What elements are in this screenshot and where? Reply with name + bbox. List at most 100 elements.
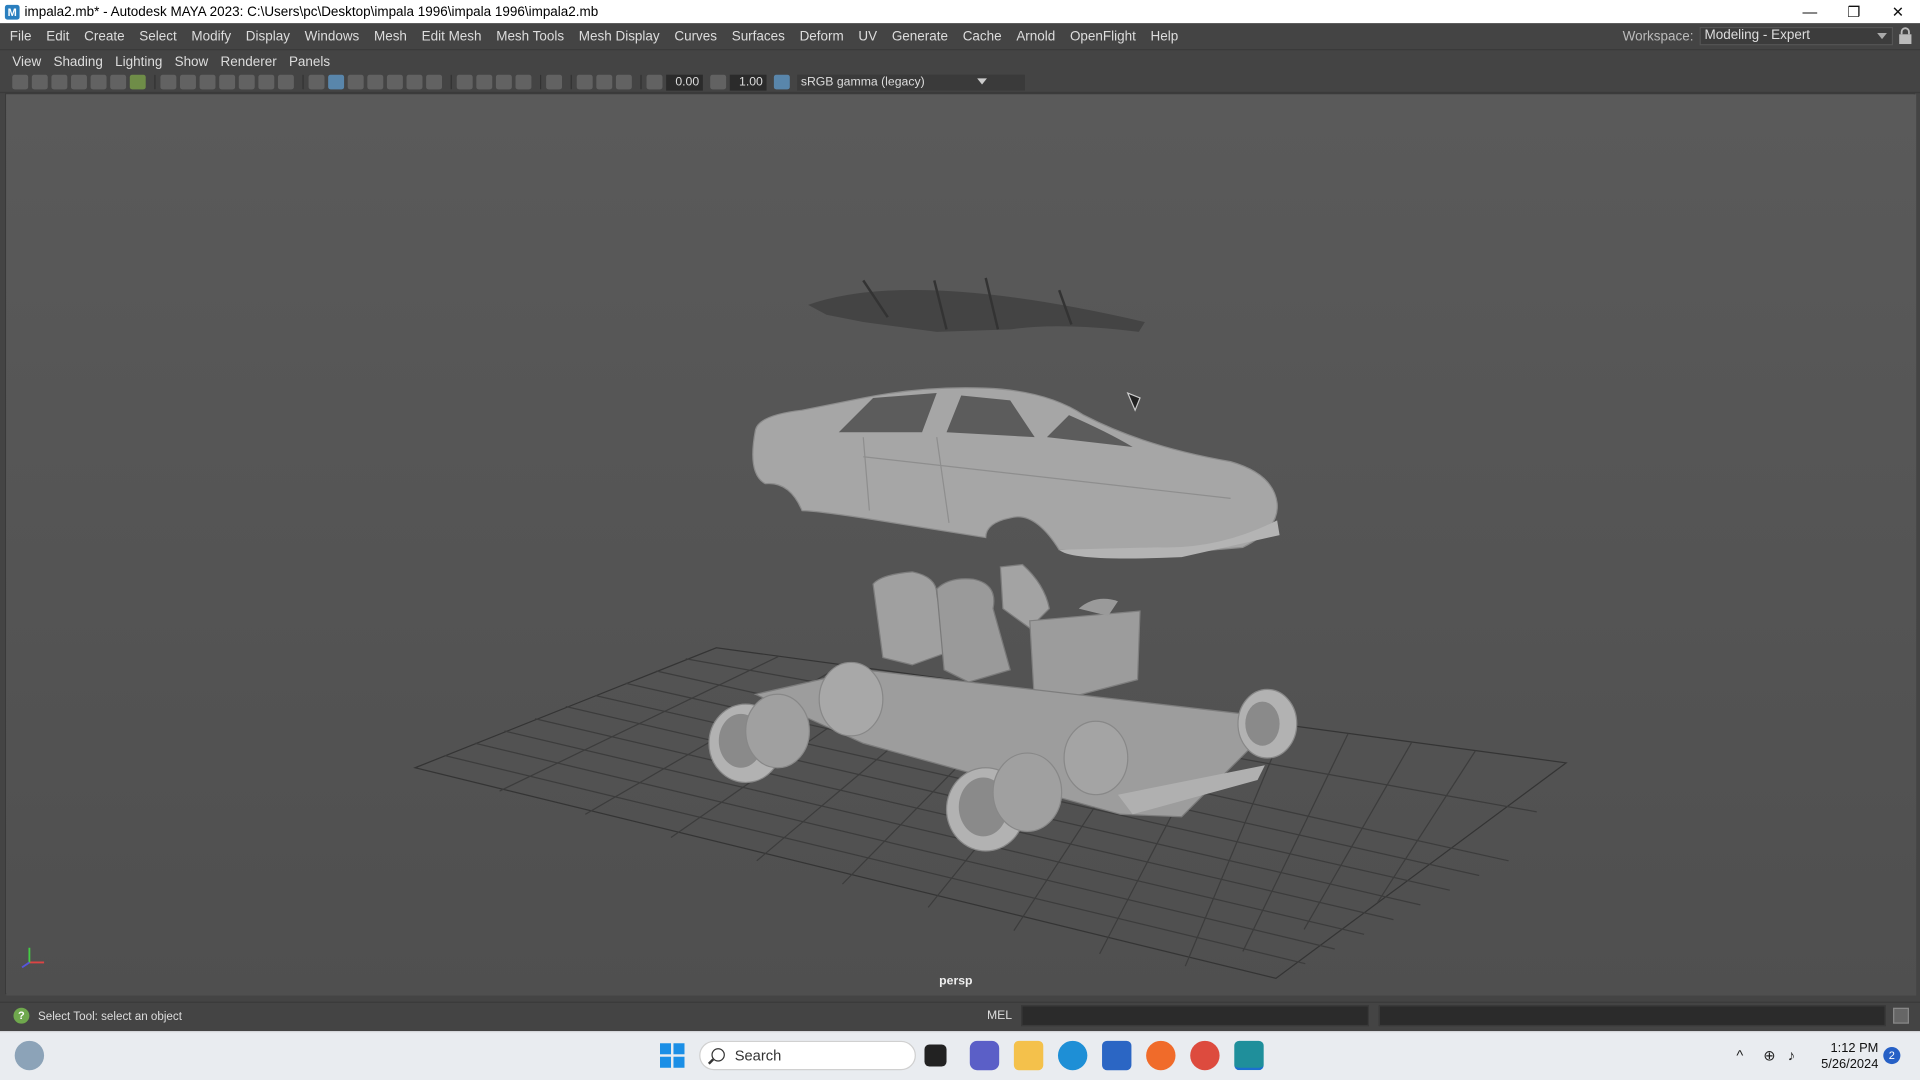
gamma-field[interactable]: 1.00	[729, 74, 767, 91]
toolbar-divider	[154, 74, 156, 90]
xray-icon[interactable]	[576, 74, 593, 90]
menu-generate[interactable]: Generate	[884, 29, 955, 44]
menu-display[interactable]: Display	[238, 29, 297, 44]
select-camera-icon[interactable]	[12, 74, 29, 90]
panel-menubar: View Shading Lighting Show Renderer Pane…	[0, 51, 1920, 73]
volume-icon[interactable]: ♪	[1788, 1047, 1795, 1064]
camera-label: persp	[939, 974, 973, 989]
smooth-shade-icon[interactable]	[328, 74, 345, 90]
help-question-icon: ?	[13, 1007, 30, 1024]
panel-menu-lighting[interactable]: Lighting	[109, 54, 168, 69]
panel-menu-show[interactable]: Show	[168, 54, 214, 69]
wireframe-on-shaded-icon[interactable]	[367, 74, 384, 90]
exposure-field[interactable]: 0.00	[666, 74, 703, 91]
wheel-rear-left	[818, 661, 884, 737]
menu-mesh-tools[interactable]: Mesh Tools	[489, 29, 572, 44]
menu-windows[interactable]: Windows	[297, 29, 366, 44]
menu-mesh-display[interactable]: Mesh Display	[571, 29, 667, 44]
isolate-select-icon[interactable]	[546, 74, 563, 90]
chrome-icon[interactable]	[1190, 1040, 1220, 1071]
start-icon[interactable]	[658, 1041, 687, 1070]
file-explorer-icon[interactable]	[1013, 1040, 1044, 1071]
close-button[interactable]: ✕	[1876, 0, 1920, 23]
camera-attributes-icon[interactable]	[31, 74, 48, 90]
menu-edit-mesh[interactable]: Edit Mesh	[414, 29, 489, 44]
window-titlebar: M impala2.mb* - Autodesk MAYA 2023: C:\U…	[0, 0, 1920, 24]
panel-menu-shading[interactable]: Shading	[47, 54, 109, 69]
field-chart-icon[interactable]	[238, 74, 255, 90]
search-placeholder: Search	[734, 1046, 782, 1065]
textured-icon[interactable]	[386, 74, 403, 90]
teams-chat-icon[interactable]	[969, 1040, 1000, 1071]
resolution-gate-icon[interactable]	[199, 74, 216, 90]
edge-browser-icon[interactable]	[1057, 1040, 1088, 1071]
network-icon[interactable]: ⊕	[1763, 1047, 1775, 1064]
taskbar-search[interactable]: Search	[699, 1040, 916, 1071]
minimize-button[interactable]: —	[1788, 0, 1832, 23]
menu-modify[interactable]: Modify	[184, 29, 238, 44]
notification-badge[interactable]: 2	[1883, 1046, 1901, 1065]
xray-active-components-icon[interactable]	[596, 74, 613, 90]
gate-mask-icon[interactable]	[219, 74, 236, 90]
microsoft-store-icon[interactable]	[1102, 1040, 1132, 1071]
widgets-icon[interactable]	[14, 1040, 45, 1071]
command-input[interactable]	[1021, 1005, 1369, 1027]
anti-aliasing-icon[interactable]	[495, 74, 512, 90]
2d-pan-zoom-icon[interactable]	[90, 74, 107, 90]
workspace-dropdown[interactable]: Modeling - Expert	[1699, 26, 1894, 46]
use-all-lights-icon[interactable]	[406, 74, 423, 90]
menu-openflight[interactable]: OpenFlight	[1063, 29, 1144, 44]
film-gate-icon[interactable]	[180, 74, 196, 90]
panel-menu-panels[interactable]: Panels	[283, 54, 336, 69]
menu-curves[interactable]: Curves	[667, 29, 724, 44]
grease-pencil-icon[interactable]	[110, 74, 127, 90]
safe-title-icon[interactable]	[277, 74, 294, 90]
toolbar-divider	[540, 74, 542, 90]
safe-action-icon[interactable]	[258, 74, 275, 90]
menu-uv[interactable]: UV	[851, 29, 884, 44]
task-view-icon[interactable]	[924, 1044, 947, 1067]
menu-help[interactable]: Help	[1143, 29, 1185, 44]
default-lighting-icon[interactable]	[347, 74, 364, 90]
menu-arnold[interactable]: Arnold	[1009, 29, 1063, 44]
restore-button[interactable]: ❐	[1832, 0, 1876, 23]
chevron-down-icon[interactable]	[972, 73, 992, 90]
script-editor-icon[interactable]	[1893, 1007, 1909, 1024]
workspace-selector: Workspace: Modeling - Expert	[1622, 26, 1894, 46]
xray-joints-icon[interactable]	[615, 74, 632, 90]
motion-blur-icon[interactable]	[476, 74, 493, 90]
system-clock[interactable]: 1:12 PM 5/26/2024	[1810, 1041, 1878, 1073]
shadows-icon[interactable]	[426, 74, 443, 90]
toolbar-divider	[302, 74, 304, 90]
chevron-up-icon[interactable]: ^	[1736, 1047, 1743, 1064]
pencil-icon[interactable]	[129, 74, 146, 90]
menu-mesh[interactable]: Mesh	[367, 29, 415, 44]
workspace-label: Workspace:	[1622, 28, 1694, 44]
view-axis-icon	[15, 945, 52, 972]
toolbar-divider	[640, 74, 642, 90]
bookmark-icon[interactable]	[51, 74, 68, 90]
depth-of-field-icon[interactable]	[515, 74, 532, 90]
panel-menu-renderer[interactable]: Renderer	[214, 54, 282, 69]
panel-menu-view[interactable]: View	[0, 54, 47, 69]
exposure-icon[interactable]	[646, 74, 663, 90]
menu-select[interactable]: Select	[132, 29, 184, 44]
menu-cache[interactable]: Cache	[955, 29, 1009, 44]
command-type-label[interactable]: MEL	[987, 1009, 1012, 1022]
grid-icon[interactable]	[160, 74, 177, 90]
menu-create[interactable]: Create	[77, 29, 132, 44]
color-management-icon[interactable]	[773, 74, 790, 90]
lock-icon[interactable]	[1898, 27, 1913, 45]
menu-file[interactable]: File	[0, 29, 39, 44]
wireframe-icon[interactable]	[308, 74, 325, 90]
menu-surfaces[interactable]: Surfaces	[724, 29, 792, 44]
menu-edit[interactable]: Edit	[39, 29, 77, 44]
menu-deform[interactable]: Deform	[792, 29, 851, 44]
ambient-occlusion-icon[interactable]	[456, 74, 473, 90]
maya-taskbar-icon[interactable]	[1234, 1040, 1264, 1071]
image-plane-icon[interactable]	[71, 74, 87, 90]
3d-viewport[interactable]	[4, 93, 1917, 996]
command-result-field	[1378, 1005, 1886, 1027]
firefox-icon[interactable]	[1146, 1040, 1176, 1071]
gamma-icon[interactable]	[710, 74, 727, 90]
